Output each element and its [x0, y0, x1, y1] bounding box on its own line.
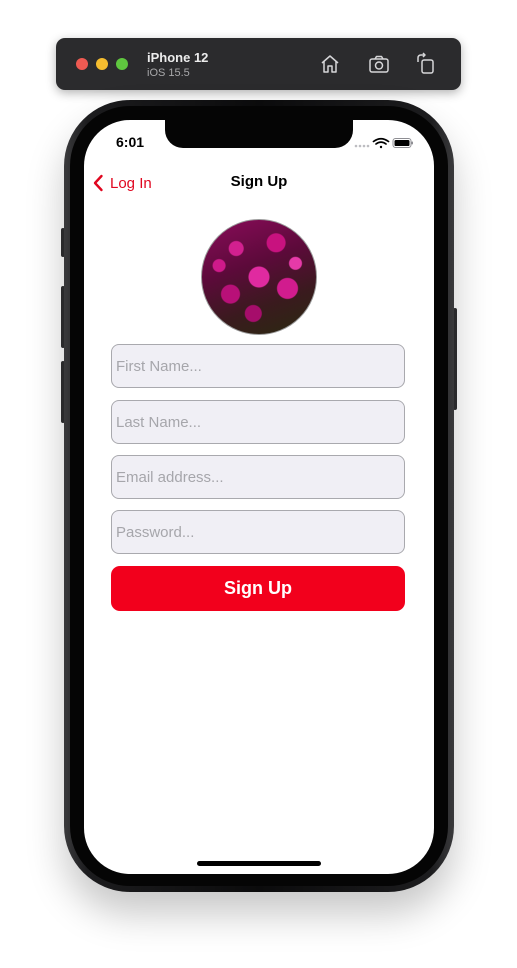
- battery-icon: [392, 138, 413, 148]
- notch: [165, 120, 353, 148]
- first-name-field[interactable]: [111, 344, 405, 388]
- profile-photo[interactable]: [201, 219, 317, 335]
- page-title: Sign Up: [230, 173, 288, 190]
- email-field[interactable]: [111, 455, 405, 499]
- minimize-window-button[interactable]: [96, 58, 108, 70]
- simulator-toolbar: iPhone 12 iOS 15.5: [56, 38, 461, 90]
- last-name-field[interactable]: [111, 400, 405, 444]
- device-name: iPhone 12: [147, 50, 209, 65]
- password-field[interactable]: [111, 510, 405, 554]
- signal-icon: [354, 144, 370, 148]
- zoom-window-button[interactable]: [116, 58, 128, 70]
- simulator-window: iPhone 12 iOS 15.5 6:01 Log In Sign Up F…: [0, 0, 517, 968]
- screenshot-icon[interactable]: [367, 52, 391, 76]
- app-screen: 6:01 Log In Sign Up First Name... Last N…: [84, 120, 434, 874]
- sign-up-button[interactable]: Sign Up: [111, 566, 405, 611]
- rotate-icon[interactable]: [414, 52, 438, 76]
- status-icons: [354, 136, 414, 149]
- home-indicator[interactable]: [197, 861, 321, 866]
- status-time: 6:01: [116, 134, 145, 150]
- os-version: iOS 15.5: [147, 67, 190, 79]
- close-window-button[interactable]: [76, 58, 88, 70]
- home-icon[interactable]: [318, 52, 342, 76]
- wifi-icon: [372, 137, 390, 149]
